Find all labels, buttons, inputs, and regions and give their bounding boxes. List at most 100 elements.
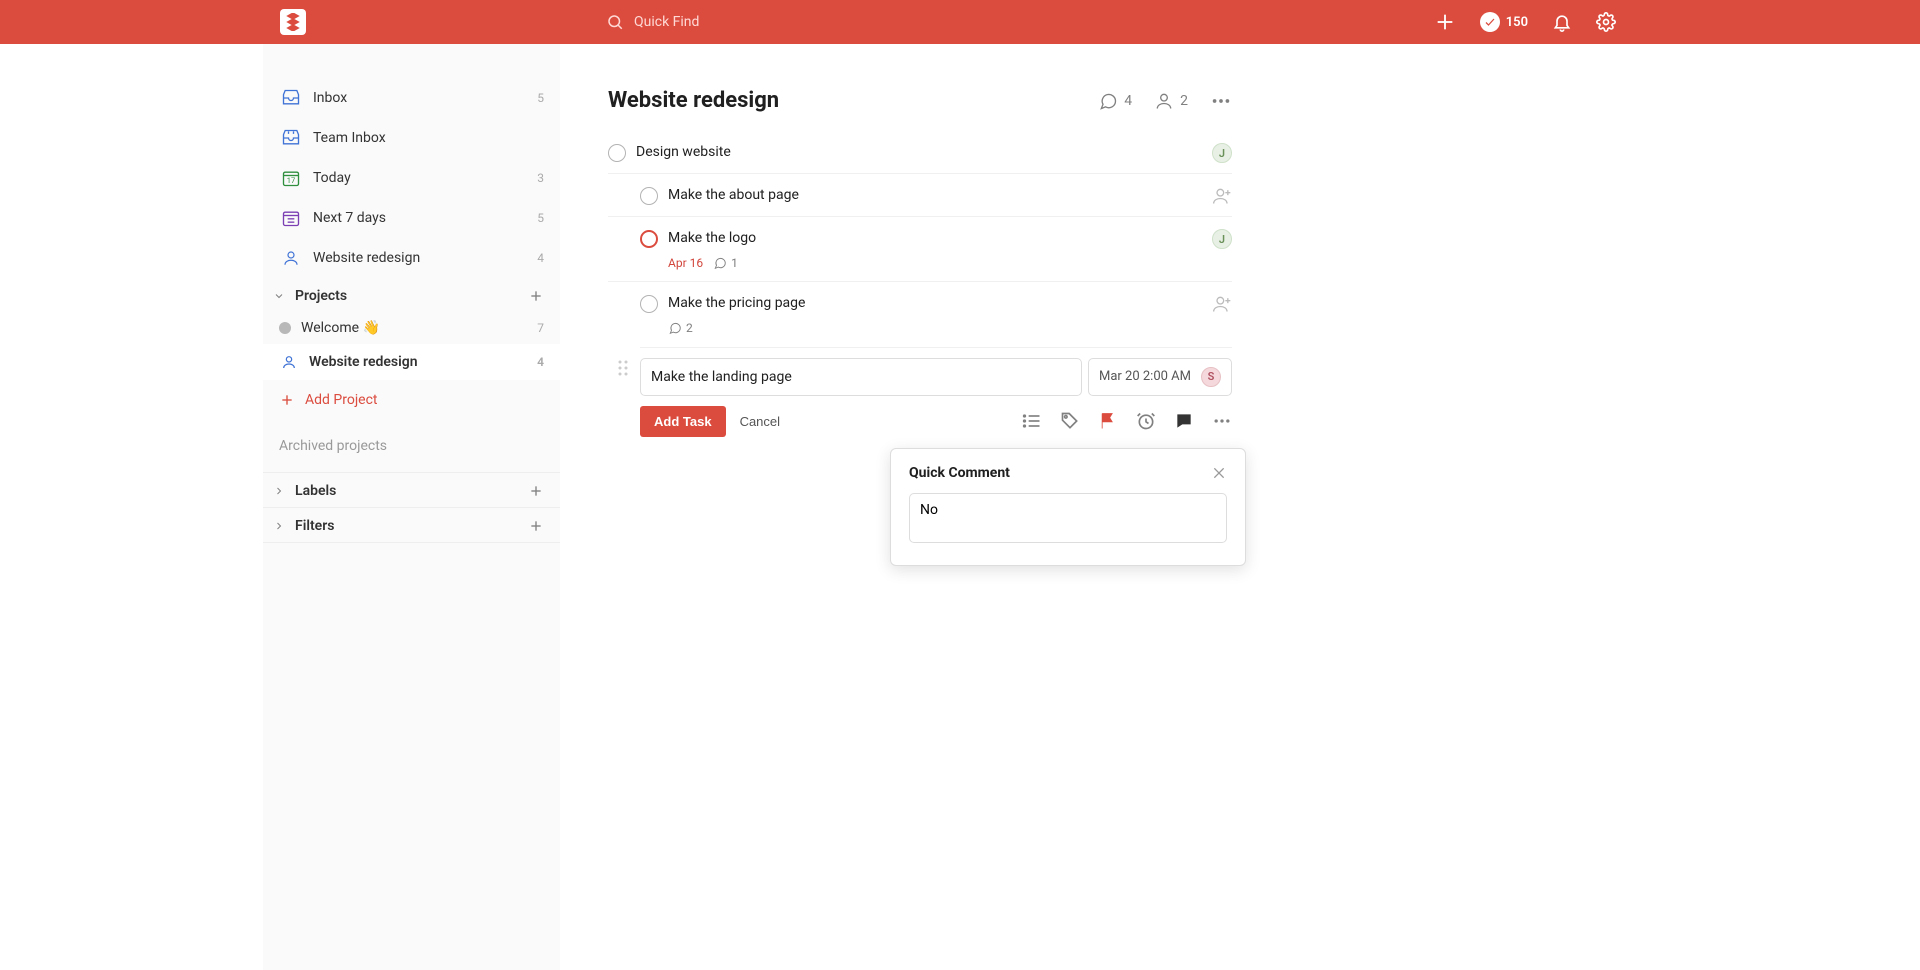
drag-handle[interactable] — [618, 360, 628, 376]
nav-inbox-count: 5 — [537, 91, 544, 105]
team-inbox-icon — [279, 126, 303, 150]
task-comments-indicator[interactable]: 1 — [713, 255, 738, 272]
project-more-button[interactable] — [1210, 90, 1232, 112]
next7-icon — [279, 206, 303, 230]
project-website-redesign-count: 4 — [537, 355, 544, 369]
add-filter-button[interactable] — [528, 518, 544, 534]
schedule-picker[interactable]: Mar 20 2:00 AM S — [1088, 358, 1232, 396]
drag-handle-icon — [618, 360, 628, 376]
person-icon — [279, 246, 303, 270]
tag-icon — [1060, 411, 1080, 431]
task-checkbox[interactable] — [608, 144, 626, 162]
bell-icon — [1552, 12, 1572, 32]
project-people-count: 2 — [1180, 93, 1188, 109]
task-title[interactable]: Design website — [636, 143, 1202, 163]
task-title[interactable]: Make the pricing page — [668, 294, 1202, 314]
nav-today[interactable]: 17 Today 3 — [263, 158, 560, 198]
close-button[interactable] — [1211, 465, 1227, 481]
list-tool[interactable] — [1022, 411, 1042, 431]
quick-comment-input[interactable]: No — [909, 493, 1227, 543]
nav-inbox[interactable]: Inbox 5 — [263, 78, 560, 118]
task-checkbox[interactable] — [640, 187, 658, 205]
person-icon — [1154, 91, 1174, 111]
assign-task-button[interactable] — [1212, 186, 1232, 206]
project-welcome-count: 7 — [537, 321, 544, 335]
task-due-date[interactable]: Apr 16 — [668, 255, 703, 272]
plus-icon — [279, 392, 295, 408]
editor-assignee[interactable]: S — [1201, 367, 1221, 387]
plus-icon — [528, 483, 544, 499]
filters-header-label: Filters — [295, 518, 522, 534]
task-checkbox[interactable] — [640, 295, 658, 313]
task-checkbox[interactable] — [640, 230, 658, 248]
nav-shared-project-label: Website redesign — [313, 250, 521, 266]
archived-projects[interactable]: Archived projects — [263, 420, 560, 472]
task-input-text: Make the landing page — [651, 369, 1071, 385]
nav-team-inbox[interactable]: Team Inbox — [263, 118, 560, 158]
task-title[interactable]: Make the logo — [668, 229, 1202, 249]
assign-task-button[interactable] — [1212, 294, 1232, 314]
add-project-inline[interactable] — [528, 288, 544, 304]
settings-button[interactable] — [1596, 12, 1616, 32]
project-website-redesign-label: Website redesign — [309, 354, 521, 370]
app-logo — [280, 9, 306, 35]
comment-filled-icon — [1174, 411, 1194, 431]
comment-icon — [668, 321, 682, 335]
task-title[interactable]: Make the about page — [668, 186, 1202, 206]
task-row: Make the about page — [608, 173, 1232, 216]
task-assignee-avatar[interactable]: J — [1212, 143, 1232, 163]
projects-section-header[interactable]: Projects — [263, 278, 560, 312]
quick-comment-popover: Quick Comment No — [890, 448, 1246, 566]
project-people-button[interactable]: 2 — [1154, 91, 1188, 111]
task-row: Design website J — [608, 131, 1232, 173]
add-project-label: Add Project — [305, 392, 378, 408]
priority-tool[interactable] — [1098, 411, 1118, 431]
nav-today-label: Today — [313, 170, 521, 186]
project-title: Website redesign — [608, 88, 1098, 113]
flag-icon — [1098, 411, 1118, 431]
nav-next7-label: Next 7 days — [313, 210, 521, 226]
nav-inbox-label: Inbox — [313, 90, 521, 106]
comment-icon — [1098, 91, 1118, 111]
project-welcome[interactable]: Welcome 👋 7 — [263, 312, 560, 344]
add-label-button[interactable] — [528, 483, 544, 499]
chevron-right-icon — [269, 485, 289, 497]
project-welcome-label: Welcome 👋 — [301, 320, 521, 336]
person-plus-icon — [1212, 294, 1232, 314]
project-website-redesign[interactable]: Website redesign 4 — [263, 344, 560, 380]
task-input[interactable]: Make the landing page — [640, 358, 1082, 396]
cancel-button[interactable]: Cancel — [726, 406, 794, 437]
svg-text:17: 17 — [287, 176, 295, 185]
notifications-button[interactable] — [1552, 12, 1572, 32]
quick-add-button[interactable] — [1434, 11, 1456, 33]
filters-section-header[interactable]: Filters — [263, 508, 560, 542]
label-tool[interactable] — [1060, 411, 1080, 431]
task-assignee-avatar[interactable]: J — [1212, 229, 1232, 249]
projects-header-label: Projects — [295, 288, 522, 304]
more-tool[interactable] — [1212, 411, 1232, 431]
nav-shared-project[interactable]: Website redesign 4 — [263, 238, 560, 278]
labels-section-header[interactable]: Labels — [263, 473, 560, 507]
quick-find-placeholder: Quick Find — [634, 14, 699, 30]
task-comments-indicator[interactable]: 2 — [668, 320, 693, 337]
plus-icon — [528, 518, 544, 534]
topbar: Quick Find 150 — [0, 0, 1920, 44]
quick-comment-title: Quick Comment — [909, 465, 1211, 481]
project-comments-button[interactable]: 4 — [1098, 91, 1132, 111]
today-icon: 17 — [279, 166, 303, 190]
inbox-icon — [279, 86, 303, 110]
plus-icon — [1434, 11, 1456, 33]
task-comments-count: 1 — [731, 255, 738, 272]
sidebar: Inbox 5 Team Inbox 17 Today 3 Next 7 day… — [263, 44, 560, 970]
quick-find[interactable]: Quick Find — [606, 13, 699, 31]
nav-next7-count: 5 — [537, 211, 544, 225]
karma-check-icon — [1480, 12, 1500, 32]
main-content: Website redesign 4 2 Design website — [560, 44, 1280, 970]
karma-indicator[interactable]: 150 — [1480, 12, 1528, 32]
person-share-icon — [279, 352, 299, 372]
comment-tool[interactable] — [1174, 411, 1194, 431]
add-project-button[interactable]: Add Project — [263, 380, 560, 420]
add-task-button[interactable]: Add Task — [640, 406, 726, 437]
nav-next-7-days[interactable]: Next 7 days 5 — [263, 198, 560, 238]
reminder-tool[interactable] — [1136, 411, 1156, 431]
